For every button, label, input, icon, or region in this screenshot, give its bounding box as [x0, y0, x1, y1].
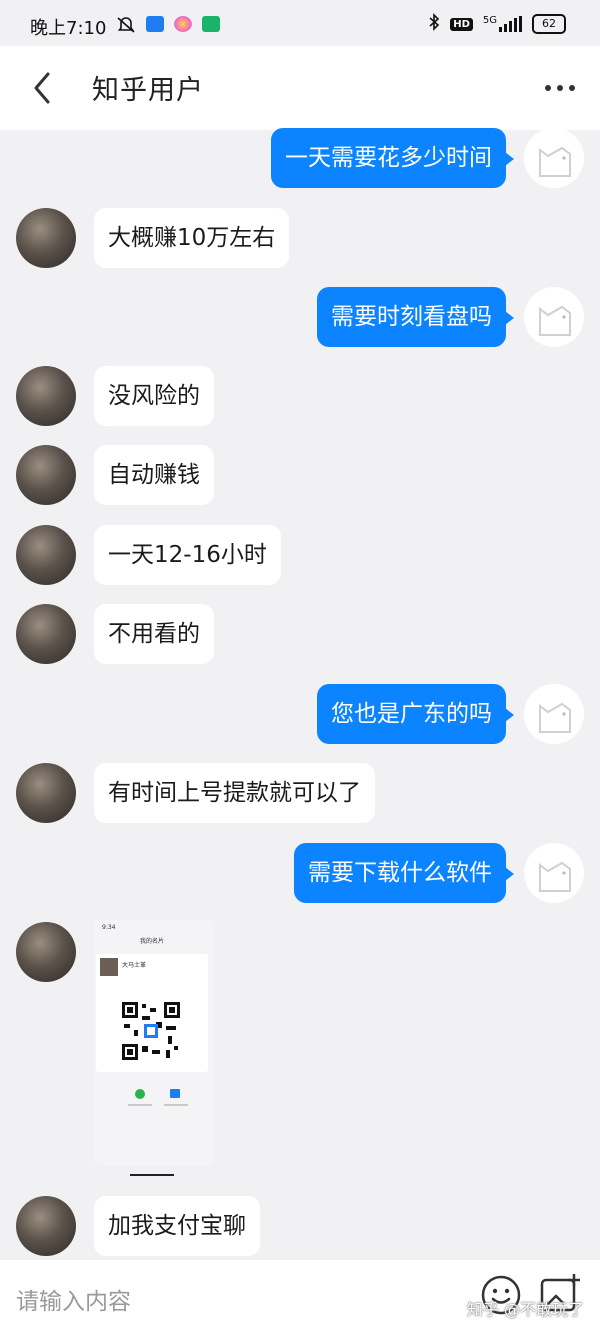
namecard: 大马士革 [96, 954, 208, 1072]
user-avatar[interactable] [524, 128, 584, 188]
user-avatar[interactable] [524, 287, 584, 347]
watermark: 知乎 @不敢玩了 [466, 1300, 584, 1319]
network-label: 5G [482, 14, 497, 26]
download-icon [202, 16, 220, 32]
hd-badge: HD [450, 17, 473, 31]
status-right: HD 5G 62 [428, 13, 566, 35]
message-bubble-received[interactable]: 没风险的 [94, 366, 214, 426]
contact-avatar[interactable] [16, 366, 76, 426]
message-bubble-received[interactable]: 不用看的 [94, 604, 214, 664]
contact-avatar[interactable] [16, 445, 76, 505]
contact-avatar[interactable] [16, 922, 76, 982]
card-avatar [100, 958, 118, 976]
input-bar: 请输入内容 知乎 @不敢玩了 [0, 1260, 600, 1333]
message-bubble-received[interactable]: 一天12-16小时 [94, 525, 281, 585]
more-button[interactable] [540, 74, 580, 102]
page-title: 知乎用户 [92, 75, 204, 106]
chat-header: 知乎用户 [0, 46, 600, 130]
share-icons [128, 1089, 188, 1106]
default-avatar-icon [539, 146, 571, 177]
default-avatar-icon [539, 861, 571, 892]
image-title: 我的名片 [140, 938, 165, 945]
image-message[interactable]: 9:34 我的名片 大马士革 [94, 920, 214, 1165]
user-avatar[interactable] [524, 843, 584, 903]
mute-icon [116, 16, 135, 33]
message-bubble-sent[interactable]: 需要下载什么软件 [294, 843, 514, 903]
chevron-left-icon [34, 72, 50, 104]
bluetooth-icon [428, 13, 440, 35]
back-button[interactable] [24, 68, 64, 108]
zhihu-app-icon [146, 16, 164, 32]
default-avatar-icon [539, 305, 571, 336]
message-bubble-received[interactable]: 有时间上号提款就可以了 [94, 763, 375, 823]
default-avatar-icon [539, 702, 571, 733]
contact-avatar[interactable] [16, 763, 76, 823]
battery-icon: 62 [532, 14, 566, 34]
contact-avatar[interactable] [16, 1196, 76, 1256]
message-input[interactable]: 请输入内容 [16, 1282, 131, 1316]
more-dots-icon [545, 85, 575, 91]
message-bubble-sent[interactable]: 您也是广东的吗 [317, 684, 514, 744]
message-bubble-received[interactable]: 自动赚钱 [94, 445, 214, 505]
qr-code-icon [122, 1002, 180, 1060]
signal-icon [499, 16, 522, 32]
status-time: 晚上7:10 [30, 18, 107, 39]
message-bubble-received[interactable]: 加我支付宝聊 [94, 1196, 260, 1256]
contact-avatar[interactable] [16, 208, 76, 268]
contact-avatar[interactable] [16, 604, 76, 664]
message-bubble-sent[interactable]: 一天需要花多少时间 [271, 128, 514, 188]
message-bubble-received[interactable]: 大概赚10万左右 [94, 208, 290, 268]
game-app-icon [174, 16, 192, 32]
status-bar: 晚上7:10 HD 5G 62 [0, 0, 600, 46]
message-bubble-sent[interactable]: 需要时刻看盘吗 [317, 287, 514, 347]
image-footer [102, 1086, 202, 1116]
divider [130, 1174, 174, 1176]
image-time: 9:34 [102, 924, 116, 931]
contact-avatar[interactable] [16, 525, 76, 585]
card-name: 大马士革 [122, 962, 147, 969]
user-avatar[interactable] [524, 684, 584, 744]
